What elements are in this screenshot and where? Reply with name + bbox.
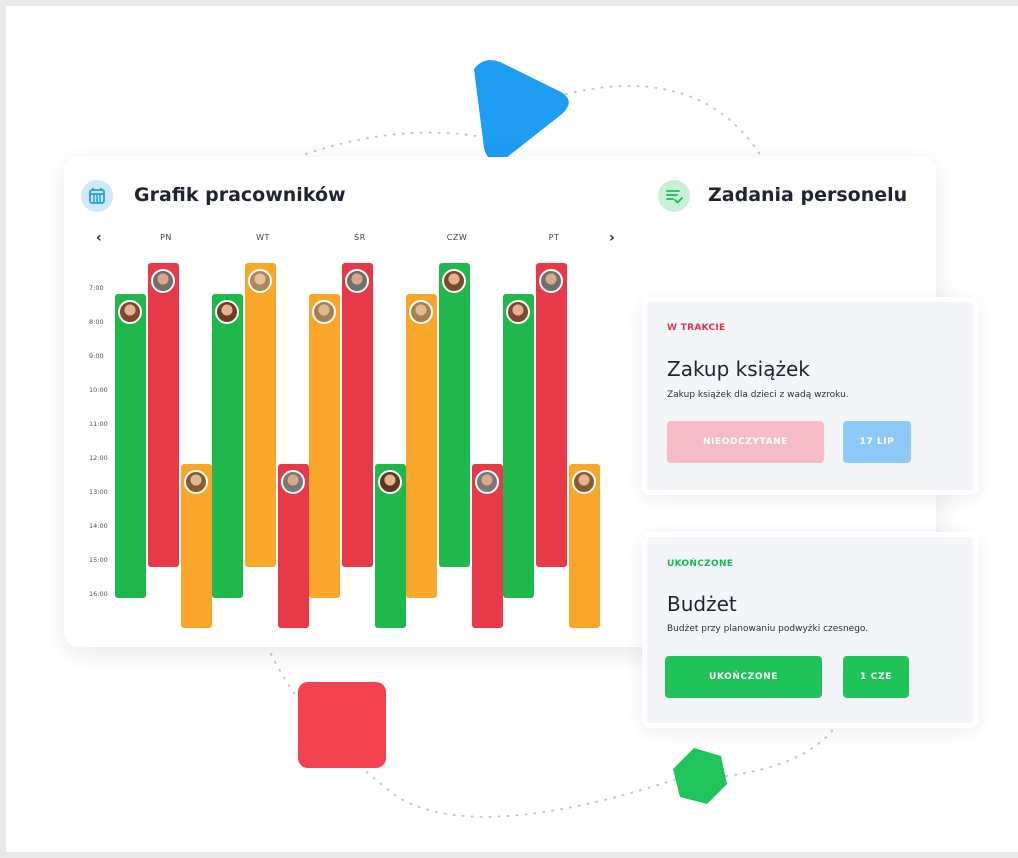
- employee-avatar: [184, 470, 208, 494]
- employee-avatar: [118, 300, 142, 324]
- time-label: 8:00: [89, 318, 104, 326]
- employee-avatar: [312, 300, 336, 324]
- day-label-mon: PN: [160, 233, 172, 242]
- time-label: 9:00: [89, 352, 104, 360]
- employee-avatar: [345, 269, 369, 293]
- employee-avatar: [151, 269, 175, 293]
- day-label-fri: PT: [548, 233, 560, 242]
- shift-bar[interactable]: [148, 263, 179, 567]
- time-label: 15:00: [89, 556, 108, 564]
- schedule-title: Grafik pracowników: [134, 184, 346, 206]
- time-label: 14:00: [89, 522, 108, 530]
- red-square-shape: [298, 682, 386, 768]
- prev-week-button[interactable]: ‹: [96, 230, 102, 246]
- shift-bar[interactable]: [212, 294, 243, 598]
- task-list-icon: [658, 180, 690, 212]
- day-label-tue: WT: [256, 233, 270, 242]
- day-label-thu: CZW: [446, 233, 468, 242]
- time-label: 12:00: [89, 454, 108, 462]
- employee-avatar: [506, 300, 530, 324]
- blue-triangle-shape: [474, 60, 569, 161]
- tasks-title: Zadania personelu: [708, 184, 908, 206]
- task-status: UKOŃCZONE: [667, 559, 734, 569]
- time-label: 11:00: [89, 420, 108, 428]
- time-label: 13:00: [89, 488, 108, 496]
- next-week-button[interactable]: ›: [609, 230, 615, 246]
- shift-bar[interactable]: [342, 263, 373, 567]
- page-canvas: Grafik pracowników ‹ › PN WT ŚR CZW PT 7…: [6, 6, 1018, 852]
- shift-bar[interactable]: [245, 263, 276, 567]
- employee-avatar: [409, 300, 433, 324]
- task-status: W TRAKCIE: [667, 323, 726, 333]
- employee-avatar: [215, 300, 239, 324]
- task-title: Zakup książek: [667, 357, 810, 381]
- due-date-badge[interactable]: 17 LIP: [843, 421, 911, 463]
- due-date-badge[interactable]: 1 CZE: [843, 656, 909, 698]
- employee-avatar: [248, 269, 272, 293]
- employee-avatar: [281, 470, 305, 494]
- task-description: Budżet przy planowaniu podwyżki czesnego…: [667, 624, 869, 634]
- employee-avatar: [539, 269, 563, 293]
- green-hexagon-shape: [673, 748, 727, 804]
- time-label: 16:00: [89, 590, 108, 598]
- employee-avatar: [442, 269, 466, 293]
- shift-bar[interactable]: [406, 294, 437, 598]
- shift-bar[interactable]: [536, 263, 567, 567]
- shift-bar[interactable]: [115, 294, 146, 598]
- shift-bar[interactable]: [439, 263, 470, 567]
- day-label-wed: ŚR: [354, 233, 366, 242]
- time-label: 10:00: [89, 386, 108, 394]
- shift-bar[interactable]: [503, 294, 534, 598]
- task-title: Budżet: [667, 592, 737, 616]
- time-label: 7:00: [89, 284, 104, 292]
- employee-avatar: [572, 470, 596, 494]
- unread-button[interactable]: NIEODCZYTANE: [667, 421, 824, 463]
- calendar-icon: [81, 180, 113, 212]
- completed-button[interactable]: UKOŃCZONE: [665, 656, 822, 698]
- employee-avatar: [378, 470, 402, 494]
- shift-bar[interactable]: [309, 294, 340, 598]
- employee-avatar: [475, 470, 499, 494]
- task-description: Zakup książek dla dzieci z wadą wzroku.: [667, 390, 849, 400]
